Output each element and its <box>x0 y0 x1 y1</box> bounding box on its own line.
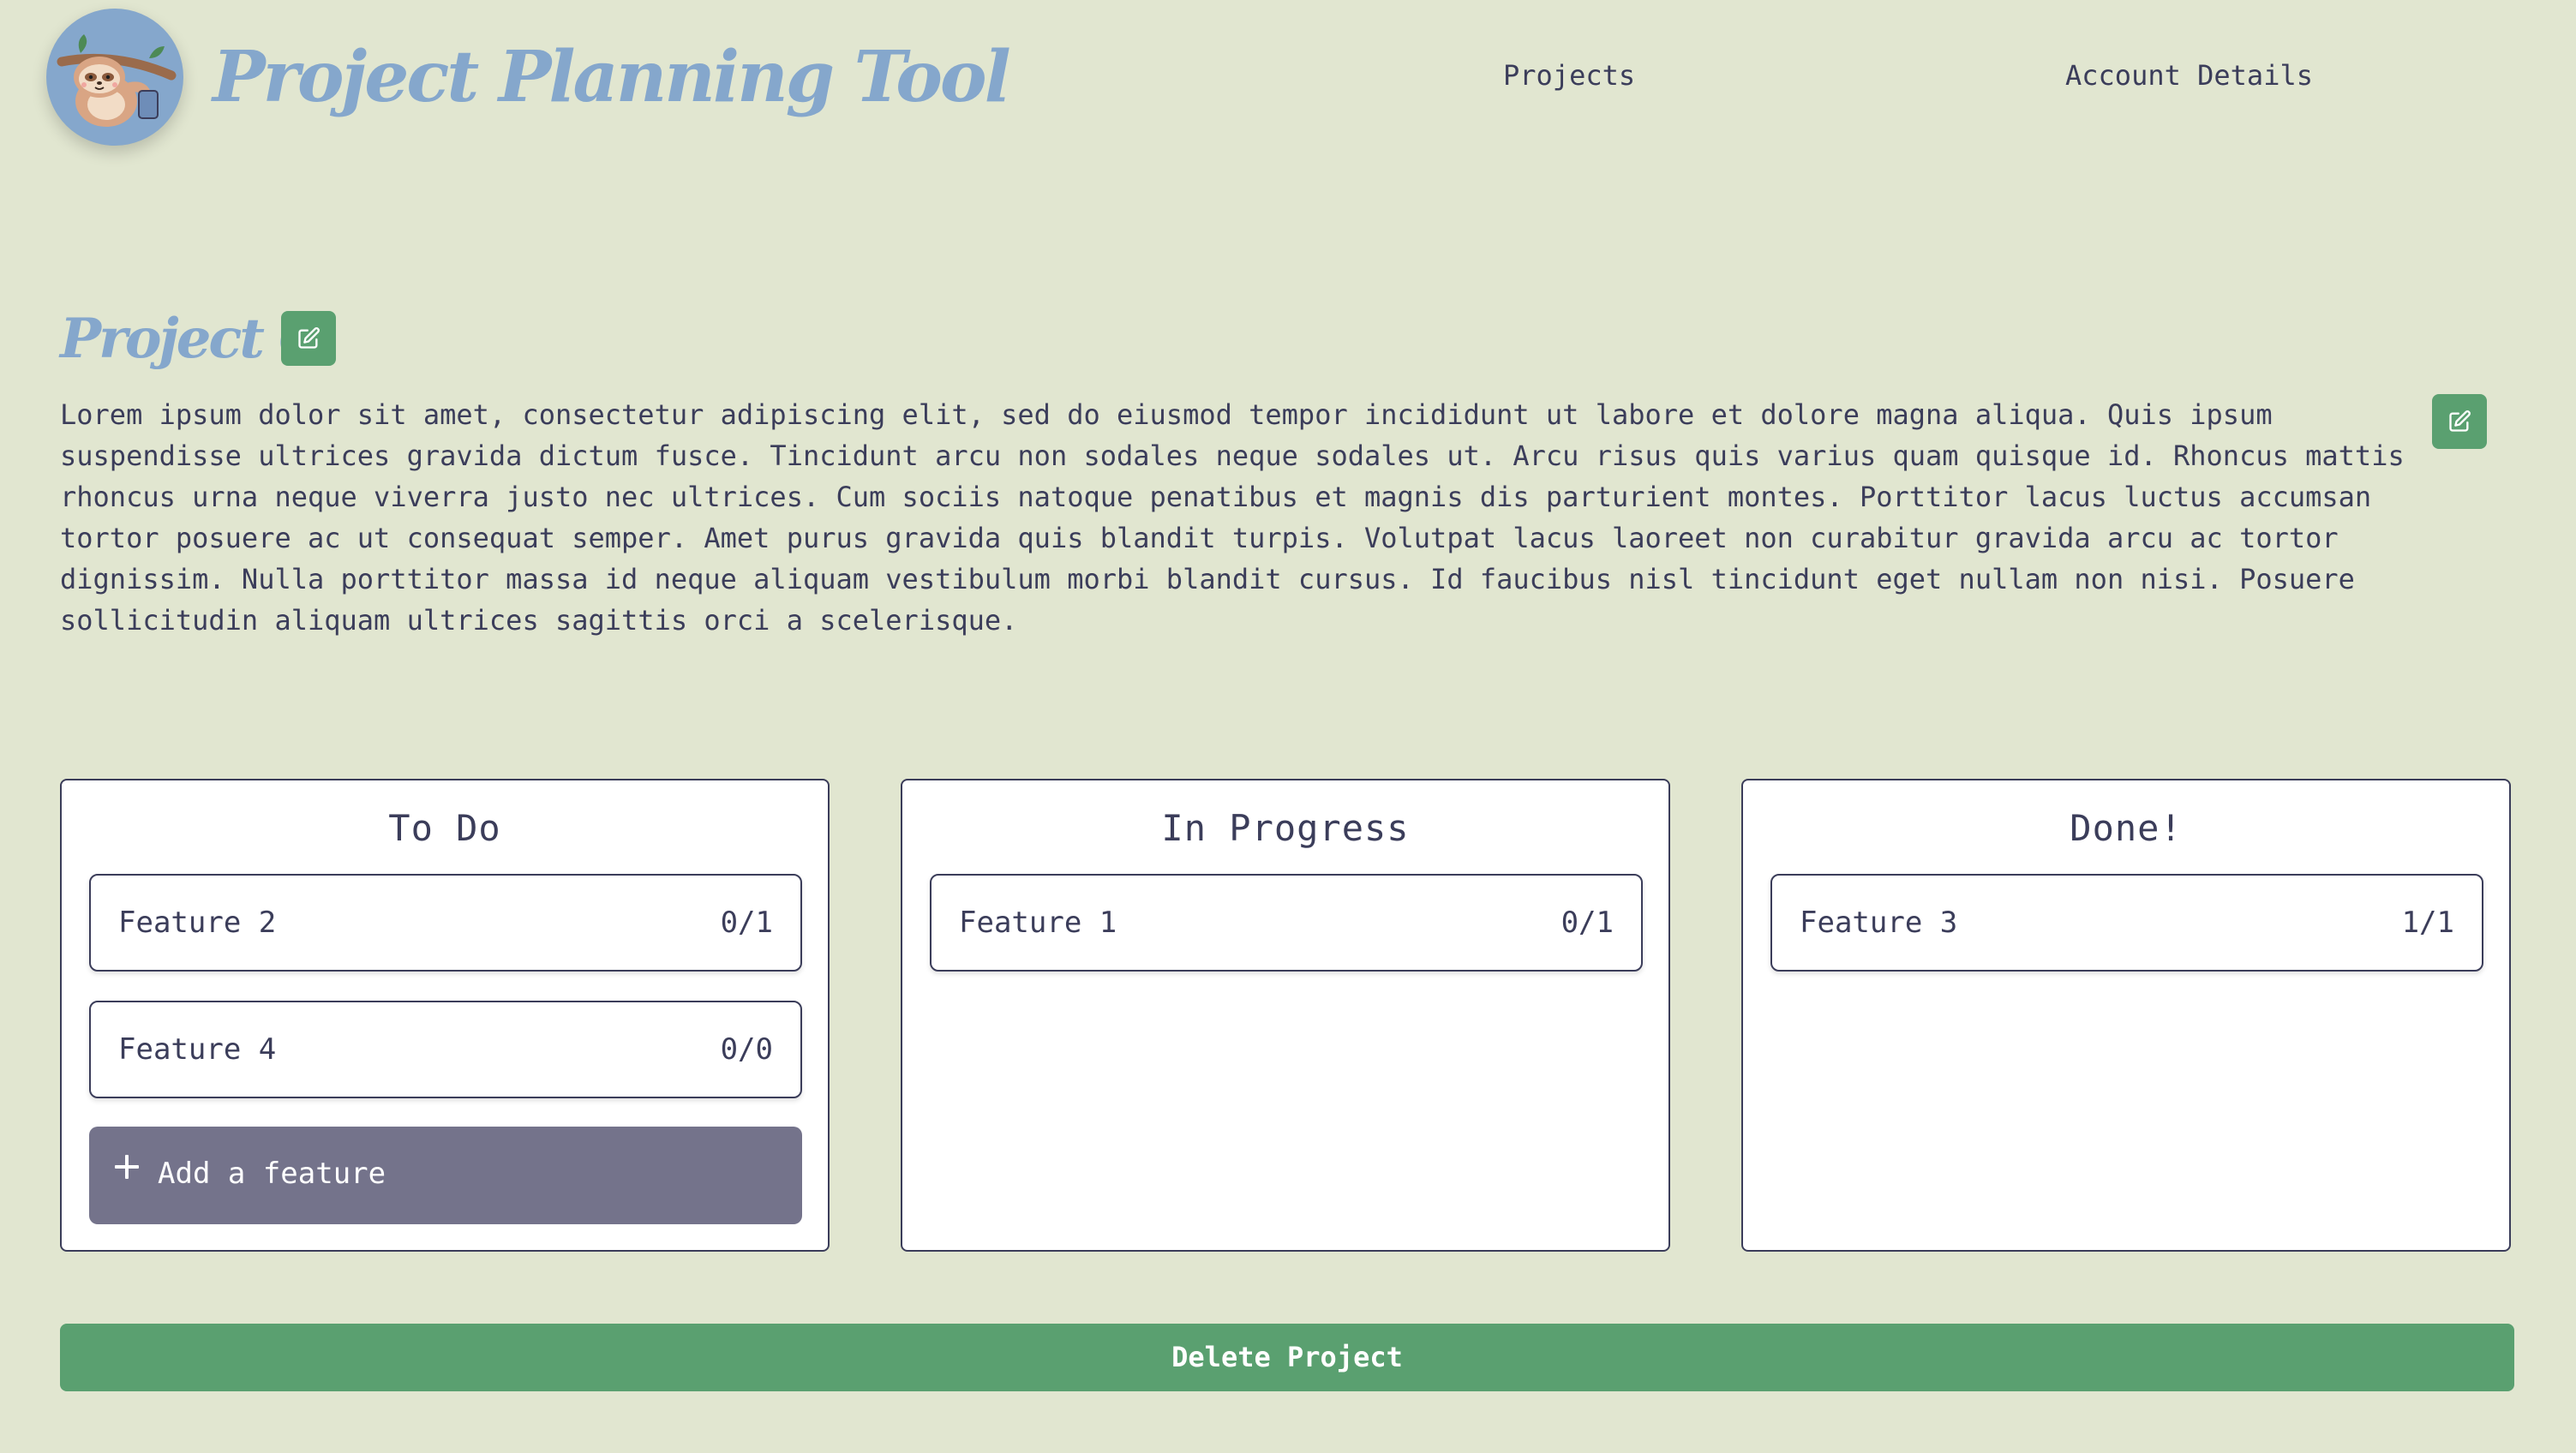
add-feature-button[interactable]: Add a feature <box>89 1127 802 1224</box>
feature-progress-count: 0/0 <box>720 1032 773 1067</box>
project-description: Lorem ipsum dolor sit amet, consectetur … <box>60 398 2405 637</box>
column-title: To Do <box>388 807 501 849</box>
edit-icon <box>2449 410 2471 432</box>
feature-name: Feature 4 <box>118 1032 277 1067</box>
edit-title-button[interactable] <box>281 311 336 366</box>
app-title: Project Planning Tool <box>213 36 1011 118</box>
edit-icon <box>298 327 320 349</box>
plus-icon <box>115 1155 139 1179</box>
feature-name: Feature 1 <box>959 906 1117 940</box>
delete-project-button[interactable]: Delete Project <box>60 1324 2514 1391</box>
feature-name: Feature 2 <box>118 906 277 940</box>
add-feature-label: Add a feature <box>158 1157 386 1191</box>
feature-name: Feature 3 <box>1800 906 1958 940</box>
feature-progress-count: 0/1 <box>1561 906 1614 940</box>
column-title: Done! <box>2070 807 2183 849</box>
feature-card[interactable]: Feature 4 0/0 <box>89 1001 802 1098</box>
feature-progress-count: 1/1 <box>2401 906 2454 940</box>
column-in-progress: In Progress Feature 1 0/1 <box>901 779 1670 1252</box>
column-done: Done! Feature 3 1/1 <box>1741 779 2511 1252</box>
feature-card[interactable]: Feature 2 0/1 <box>89 874 802 972</box>
column-title: In Progress <box>1161 807 1410 849</box>
app-header: Project Planning Tool Projects Account D… <box>0 0 2576 154</box>
edit-description-button[interactable] <box>2432 394 2487 449</box>
feature-progress-count: 0/1 <box>720 906 773 940</box>
feature-card[interactable]: Feature 3 1/1 <box>1770 874 2483 972</box>
sloth-logo-icon[interactable] <box>46 9 183 146</box>
column-to-do: To Do Feature 2 0/1 Feature 4 0/0 Add a … <box>60 779 830 1252</box>
nav-account-details-link[interactable]: Account Details <box>2065 55 2313 96</box>
feature-card[interactable]: Feature 1 0/1 <box>930 874 1643 972</box>
nav-projects-link[interactable]: Projects <box>1503 55 1635 96</box>
